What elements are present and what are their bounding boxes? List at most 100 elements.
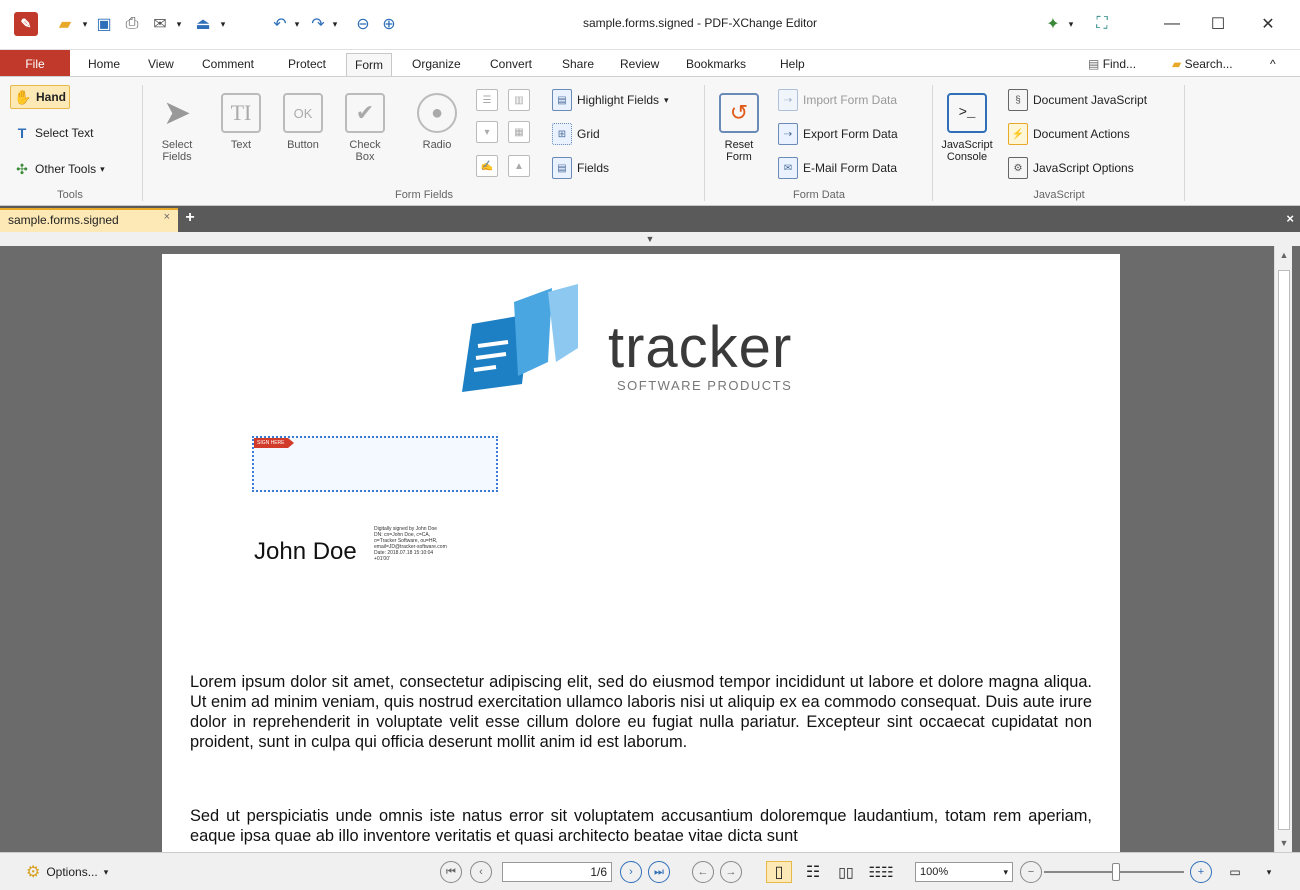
js-options-icon: ⚙ <box>1008 157 1028 179</box>
zoom-select[interactable]: 100% ▾ <box>915 862 1013 882</box>
javascript-options-button[interactable]: ⚙ JavaScript Options <box>1008 155 1134 181</box>
email-form-data-button[interactable]: ✉ E-Mail Form Data <box>778 155 897 181</box>
close-tab-icon[interactable]: × <box>164 211 170 223</box>
forward-view-icon[interactable]: ⊕ <box>378 12 400 36</box>
zoom-in-button[interactable]: + <box>1190 861 1212 883</box>
scan-icon[interactable]: ⏏ <box>190 12 216 36</box>
fit-page-icon[interactable]: ▭ <box>1226 861 1244 883</box>
updates-dropdown-icon[interactable]: ▾ <box>1066 12 1076 36</box>
find-button[interactable]: ▤ Find... <box>1088 54 1136 74</box>
text-field-icon: TI <box>221 93 261 133</box>
scroll-down-icon[interactable]: ▼ <box>1275 834 1293 852</box>
tab-form[interactable]: Form <box>346 53 392 76</box>
previous-page-button[interactable]: ‹ <box>470 861 492 883</box>
combo-box-icon[interactable]: ▾ <box>476 121 498 143</box>
list-box-icon[interactable]: ☰ <box>476 89 498 111</box>
chevron-down-icon: ▾ <box>100 163 105 174</box>
statusbar-menu-icon[interactable]: ▾ <box>1262 861 1276 883</box>
updates-icon[interactable]: ✦ <box>1040 12 1066 36</box>
check-box-label-1: Check <box>349 139 381 151</box>
open-folder-icon[interactable]: ▰ <box>52 12 78 36</box>
vertical-scrollbar[interactable]: ▲ ▼ <box>1274 246 1292 852</box>
open-dropdown-icon[interactable]: ▾ <box>80 12 90 36</box>
document-javascript-button[interactable]: § Document JavaScript <box>1008 87 1147 113</box>
zoom-out-button[interactable]: − <box>1020 861 1042 883</box>
maximize-button[interactable]: ☐ <box>1200 12 1236 36</box>
select-text-button[interactable]: T Select Text <box>10 121 96 145</box>
tab-convert[interactable]: Convert <box>482 53 540 76</box>
button-field-button[interactable]: OK Button <box>276 83 330 187</box>
single-page-view-icon[interactable]: ▯ <box>766 861 792 883</box>
tab-review[interactable]: Review <box>612 53 667 76</box>
app-logo-icon[interactable]: ✎ <box>14 12 38 36</box>
page-number-input[interactable]: 1/6 <box>502 862 612 882</box>
fields-button[interactable]: ▤ Fields <box>552 155 609 181</box>
redo-dropdown-icon[interactable]: ▾ <box>330 12 340 36</box>
next-view-button[interactable]: → <box>720 861 742 883</box>
options-button[interactable]: ⚙ Options... ▾ <box>26 861 108 883</box>
javascript-group-label: JavaScript <box>1033 189 1085 201</box>
tab-view[interactable]: View <box>140 53 182 76</box>
button-field-icon: OK <box>283 93 323 133</box>
previous-view-button[interactable]: ← <box>692 861 714 883</box>
print-icon[interactable]: ⎙ <box>120 12 144 36</box>
facing-view-icon[interactable]: ▯▯ <box>832 861 860 883</box>
new-tab-button[interactable]: + <box>182 210 198 226</box>
highlight-fields-button[interactable]: ▤ Highlight Fields ▾ <box>552 87 669 113</box>
tools-group-label: Tools <box>57 189 83 201</box>
close-all-tabs-button[interactable]: × <box>1286 211 1294 226</box>
select-fields-button[interactable]: ➤ Select Fields <box>150 83 204 187</box>
toolbar-collapse-handle[interactable]: ▼ <box>0 232 1300 246</box>
other-tools-button[interactable]: ✣ Other Tools ▾ <box>10 157 108 181</box>
minimize-button[interactable]: — <box>1154 12 1190 36</box>
zoom-slider-handle[interactable] <box>1112 863 1120 881</box>
tab-share[interactable]: Share <box>554 53 602 76</box>
document-tab[interactable]: sample.forms.signed × <box>0 208 178 232</box>
check-box-button[interactable]: ✔ Check Box <box>338 83 392 187</box>
tab-file[interactable]: File <box>0 50 70 76</box>
scroll-thumb[interactable] <box>1278 270 1290 830</box>
last-page-button[interactable]: ⏭ <box>648 861 670 883</box>
barcode-icon[interactable]: ▥ <box>508 89 530 111</box>
undo-icon[interactable]: ↶ <box>268 12 292 36</box>
scan-dropdown-icon[interactable]: ▾ <box>218 12 228 36</box>
date-field-icon[interactable]: ▦ <box>508 121 530 143</box>
javascript-console-button[interactable]: >_ JavaScript Console <box>936 83 998 187</box>
image-field-icon[interactable]: ▲ <box>508 155 530 177</box>
fullscreen-icon[interactable]: ⛶ <box>1090 12 1114 36</box>
tab-protect[interactable]: Protect <box>280 53 334 76</box>
continuous-facing-view-icon[interactable]: ☷☷ <box>866 861 896 883</box>
chevron-down-icon: ▾ <box>103 866 109 877</box>
signature-form-field[interactable]: SIGN HERE <box>252 436 498 492</box>
document-area[interactable]: ▼ tracker SOFTWARE PRODUCTS SIGN HERE Jo… <box>0 232 1300 852</box>
export-form-data-button[interactable]: ⇢ Export Form Data <box>778 121 898 147</box>
reset-form-button[interactable]: ↺ Reset Form <box>712 83 766 187</box>
tab-help[interactable]: Help <box>772 53 813 76</box>
tab-home[interactable]: Home <box>80 53 128 76</box>
redo-icon[interactable]: ↷ <box>306 12 330 36</box>
tab-bookmarks[interactable]: Bookmarks <box>678 53 754 76</box>
tab-organize[interactable]: Organize <box>404 53 469 76</box>
grid-button[interactable]: ⊞ Grid <box>552 121 600 147</box>
tab-comment[interactable]: Comment <box>194 53 262 76</box>
next-page-button[interactable]: › <box>620 861 642 883</box>
email-icon[interactable]: ✉ <box>148 12 172 36</box>
first-page-button[interactable]: ⏮ <box>440 861 462 883</box>
scroll-up-icon[interactable]: ▲ <box>1275 246 1293 264</box>
back-view-icon[interactable]: ⊖ <box>352 12 374 36</box>
continuous-view-icon[interactable]: ☷ <box>800 861 826 883</box>
document-actions-button[interactable]: ⚡ Document Actions <box>1008 121 1130 147</box>
import-form-data-button[interactable]: ⇢ Import Form Data <box>778 87 897 113</box>
search-button[interactable]: ▰ Search... <box>1172 54 1233 74</box>
radio-button-tool[interactable]: ● Radio <box>410 83 464 187</box>
collapse-ribbon-icon[interactable]: ^ <box>1270 54 1276 74</box>
signature-field-icon[interactable]: ✍ <box>476 155 498 177</box>
pdf-page[interactable]: tracker SOFTWARE PRODUCTS SIGN HERE John… <box>162 254 1120 852</box>
text-field-button[interactable]: TI Text <box>214 83 268 187</box>
hand-tool-button[interactable]: ✋ Hand <box>10 85 70 109</box>
save-icon[interactable]: ▣ <box>92 12 116 36</box>
close-button[interactable]: ✕ <box>1250 12 1286 36</box>
tracker-logo-icon <box>462 284 578 392</box>
email-dropdown-icon[interactable]: ▾ <box>174 12 184 36</box>
undo-dropdown-icon[interactable]: ▾ <box>292 12 302 36</box>
